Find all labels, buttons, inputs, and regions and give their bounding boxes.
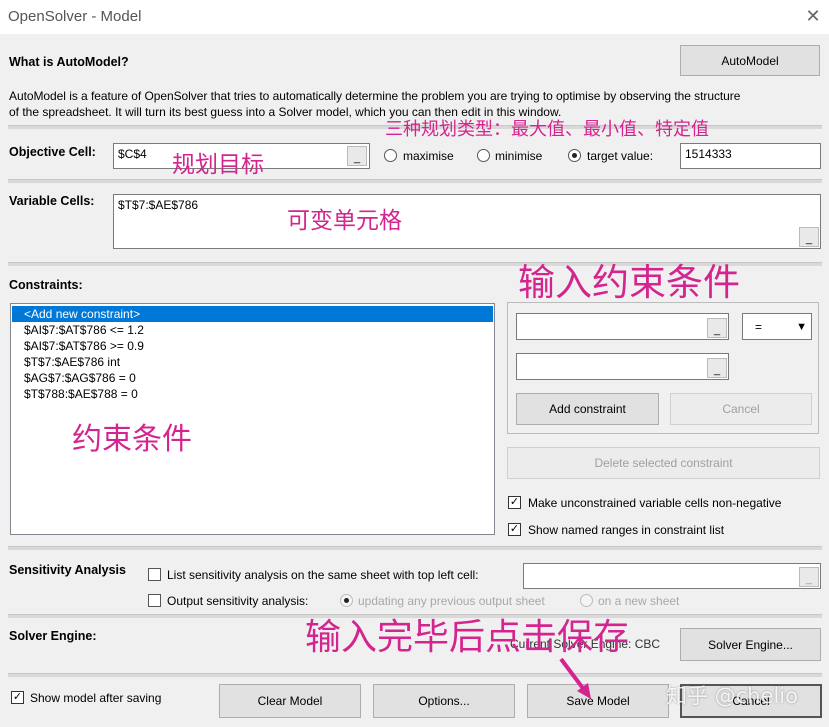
- range-picker-icon[interactable]: _: [799, 227, 819, 247]
- variable-cells-value: $T$7:$AE$786: [118, 198, 199, 212]
- automodel-description-1: AutoModel is a feature of OpenSolver tha…: [9, 89, 741, 103]
- list-item[interactable]: $AI$7:$AT$786 <= 1.2: [12, 322, 493, 338]
- automodel-heading: What is AutoModel?: [9, 55, 129, 69]
- annotation-input-constraints: 输入约束条件: [518, 261, 740, 304]
- list-item[interactable]: <Add new constraint>: [12, 306, 493, 322]
- close-icon[interactable]: ✕: [800, 4, 826, 28]
- solver-engine-button[interactable]: Solver Engine...: [680, 628, 821, 661]
- list-item[interactable]: $AI$7:$AT$786 >= 0.9: [12, 338, 493, 354]
- delete-constraint-button[interactable]: Delete selected constraint: [507, 447, 820, 479]
- maximise-label: maximise: [403, 149, 454, 163]
- sensitivity-cell-input[interactable]: [523, 563, 821, 589]
- sensitivity-label: Sensitivity Analysis: [9, 563, 126, 577]
- annotation-constraints: 约束条件: [72, 422, 192, 457]
- list-item[interactable]: $T$788:$AE$788 = 0: [12, 386, 493, 402]
- show-model-label: Show model after saving: [30, 691, 162, 705]
- annotation-types: 三种规划类型：最大值、最小值、特定值: [385, 119, 709, 140]
- list-sensitivity-checkbox[interactable]: [148, 568, 161, 581]
- target-value: 1514333: [685, 147, 732, 161]
- range-picker-icon[interactable]: _: [347, 146, 367, 166]
- target-value-input[interactable]: 1514333: [680, 143, 821, 169]
- new-sheet-radio[interactable]: [580, 594, 593, 607]
- separator: [8, 179, 822, 183]
- options-button[interactable]: Options...: [373, 684, 515, 718]
- separator: [8, 546, 822, 550]
- constraint-lhs-input[interactable]: [516, 313, 729, 340]
- constraints-label: Constraints:: [9, 278, 83, 292]
- output-sensitivity-label: Output sensitivity analysis:: [167, 594, 309, 608]
- minimise-label: minimise: [495, 149, 543, 163]
- target-value-label: target value:: [587, 149, 654, 163]
- chevron-down-icon: ▼: [796, 320, 807, 333]
- updating-radio[interactable]: [340, 594, 353, 607]
- nonneg-label: Make unconstrained variable cells non-ne…: [528, 496, 782, 510]
- cancel-constraint-button[interactable]: Cancel: [670, 393, 812, 425]
- list-sensitivity-label: List sensitivity analysis on the same sh…: [167, 568, 479, 582]
- objective-label: Objective Cell:: [9, 145, 96, 159]
- range-picker-icon[interactable]: _: [799, 567, 819, 587]
- window-title: OpenSolver - Model: [8, 8, 142, 25]
- separator: [8, 673, 822, 677]
- relation-select[interactable]: = ▼: [742, 313, 812, 340]
- annotation-variable: 可变单元格: [287, 208, 402, 234]
- variable-cells-label: Variable Cells:: [9, 194, 95, 208]
- updating-label: updating any previous output sheet: [358, 594, 545, 608]
- constraint-rhs-input[interactable]: [516, 353, 729, 380]
- arrow-icon: [559, 657, 591, 699]
- show-model-checkbox[interactable]: ✓: [11, 691, 24, 704]
- maximise-radio[interactable]: [384, 149, 397, 162]
- named-ranges-label: Show named ranges in constraint list: [528, 523, 725, 537]
- save-model-button[interactable]: Save Model: [527, 684, 669, 718]
- output-sensitivity-checkbox[interactable]: [148, 594, 161, 607]
- range-picker-icon[interactable]: _: [707, 318, 727, 338]
- variable-cells-input[interactable]: $T$7:$AE$786: [113, 194, 821, 249]
- list-item[interactable]: $T$7:$AE$786 int: [12, 354, 493, 370]
- new-sheet-label: on a new sheet: [598, 594, 680, 608]
- target-value-radio[interactable]: [568, 149, 581, 162]
- annotation-objective: 规划目标: [172, 152, 264, 178]
- solver-engine-label: Solver Engine:: [9, 629, 97, 643]
- named-ranges-checkbox[interactable]: ✓: [508, 523, 521, 536]
- range-picker-icon[interactable]: _: [707, 358, 727, 378]
- clear-model-button[interactable]: Clear Model: [219, 684, 361, 718]
- nonneg-checkbox[interactable]: ✓: [508, 496, 521, 509]
- list-item[interactable]: $AG$7:$AG$786 = 0: [12, 370, 493, 386]
- add-constraint-button[interactable]: Add constraint: [516, 393, 659, 425]
- watermark: 知乎 @chelio: [666, 684, 798, 708]
- relation-value: =: [755, 319, 763, 334]
- automodel-button[interactable]: AutoModel: [680, 45, 820, 76]
- minimise-radio[interactable]: [477, 149, 490, 162]
- annotation-save: 输入完毕后点击保存: [305, 617, 630, 658]
- objective-cell-value: $C$4: [118, 147, 147, 161]
